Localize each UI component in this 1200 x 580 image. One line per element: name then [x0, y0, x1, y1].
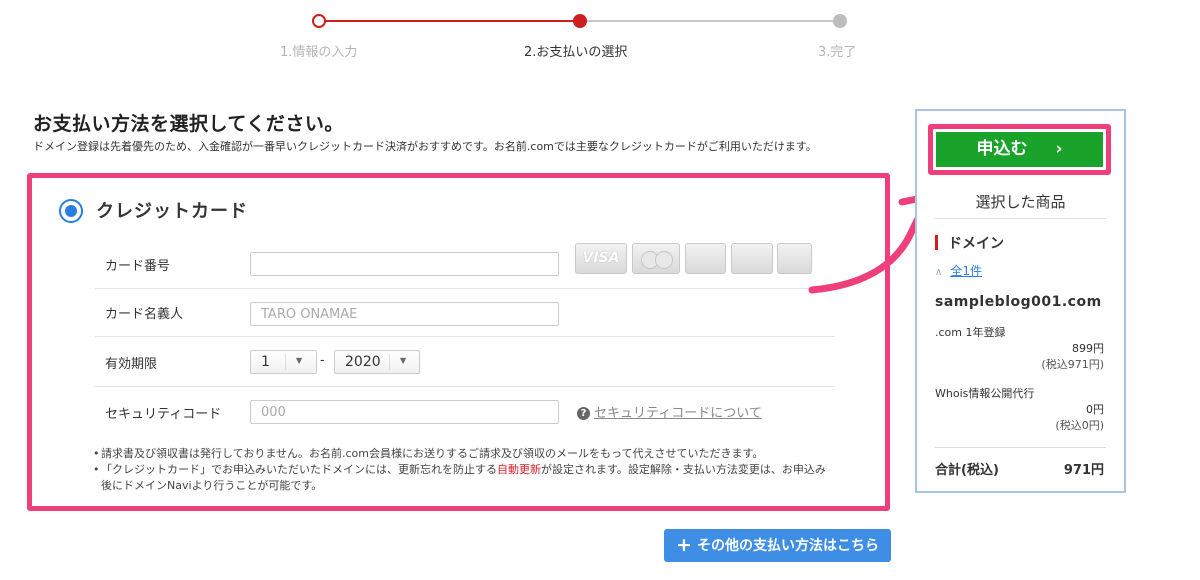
- security-code-label: セキュリティコード: [105, 407, 222, 422]
- step-2-dot: [573, 14, 587, 28]
- page-title: お支払い方法を選択してください。: [33, 113, 344, 135]
- dropdown-arrow-icon: ▼: [296, 356, 303, 365]
- domain-category-label: ドメイン: [948, 236, 1004, 252]
- note-auto-renew: 「クレジットカード」でお申込みいただいたドメインには、更新忘れを防止する自動更新…: [93, 462, 835, 494]
- question-circle-icon: ?: [577, 407, 590, 420]
- credit-card-payment-panel: クレジットカード カード番号 VISA カード名義人 有効期限 1 ▼ - 20…: [27, 173, 890, 511]
- note-auto-renew-text-1: 「クレジットカード」でお申込みいただいたドメインには、更新忘れを防止する: [101, 463, 497, 476]
- step-3-label: 3.完了: [818, 45, 857, 60]
- card-number-row: カード番号 VISA: [95, 240, 835, 289]
- line-item-label: .com 1年登録: [935, 326, 1006, 339]
- total-label: 合計(税込): [935, 463, 999, 478]
- credit-card-radio[interactable]: [59, 199, 83, 223]
- line-item-label: Whois情報公開代行: [935, 387, 1035, 400]
- expiry-year-select[interactable]: 2020 ▼: [334, 350, 420, 374]
- line-item-tax-included: (税込0円): [1055, 419, 1104, 432]
- payment-notes: 請求書及び領収書は発行しておりません。お名前.com会員様にお送りするご請求及び…: [93, 446, 835, 494]
- diners-club-card-icon: [731, 243, 773, 274]
- order-summary-sidebar: 申込む › 選択した商品 ドメイン ∧ 全1件 sampleblog001.com …: [915, 109, 1126, 493]
- expiry-label: 有効期限: [105, 357, 158, 372]
- line-item-tax-included: (税込971円): [1041, 358, 1104, 371]
- apply-button[interactable]: 申込む ›: [936, 132, 1103, 167]
- item-count-link[interactable]: 全1件: [950, 264, 982, 278]
- progress-stepper: 1.情報の入力 2.お支払いの選択 3.完了: [0, 0, 1200, 70]
- security-code-help-link[interactable]: ? セキュリティコードについて: [577, 402, 762, 421]
- card-holder-row: カード名義人: [95, 288, 835, 337]
- stepper-line-completed: [320, 20, 580, 22]
- chevron-right-icon: ›: [1055, 139, 1063, 159]
- stepper-line-pending: [580, 20, 840, 22]
- apply-button-highlight: 申込む ›: [928, 124, 1111, 175]
- plus-icon: +: [676, 534, 692, 556]
- step-1-dot: [312, 14, 326, 28]
- card-number-label: カード番号: [105, 259, 171, 274]
- expiry-month-value: 1: [261, 354, 270, 370]
- other-payment-methods-label: その他の支払い方法はこちら: [696, 538, 879, 554]
- auto-renew-highlight: 自動更新: [497, 463, 541, 476]
- mastercard-icon: [632, 243, 680, 274]
- card-holder-input[interactable]: [250, 302, 559, 326]
- expiry-year-value: 2020: [345, 354, 381, 370]
- other-payment-methods-button[interactable]: + その他の支払い方法はこちら: [664, 529, 891, 562]
- step-2-label: 2.お支払いの選択: [524, 45, 628, 60]
- card-number-input[interactable]: [250, 252, 559, 276]
- security-code-row: セキュリティコード ? セキュリティコードについて: [95, 388, 835, 436]
- step-3-dot: [833, 14, 847, 28]
- line-item-price: 0円: [1086, 403, 1104, 416]
- selected-items-title: 選択した商品: [975, 193, 1066, 211]
- card-holder-label: カード名義人: [105, 307, 184, 322]
- step-1-label: 1.情報の入力: [280, 45, 358, 60]
- domain-category-heading: ドメイン: [935, 233, 1004, 253]
- line-item-price: 899円: [1072, 342, 1104, 355]
- visa-card-icon: VISA: [575, 243, 627, 274]
- dropdown-arrow-icon: ▼: [400, 356, 407, 365]
- expiry-row: 有効期限 1 ▼ - 2020 ▼: [95, 338, 835, 387]
- security-code-input[interactable]: [250, 400, 559, 424]
- item-count-toggle[interactable]: ∧ 全1件: [935, 262, 982, 279]
- total-value: 971円: [1063, 463, 1104, 478]
- expiry-month-select[interactable]: 1 ▼: [250, 350, 317, 374]
- expiry-separator: -: [320, 353, 325, 368]
- apply-button-label: 申込む: [976, 139, 1028, 159]
- payment-method-label[interactable]: クレジットカード: [96, 197, 248, 223]
- divider: [935, 447, 1106, 448]
- caret-up-icon: ∧: [935, 267, 943, 278]
- security-code-help-text: セキュリティコードについて: [594, 406, 762, 421]
- note-receipt: 請求書及び領収書は発行しておりません。お名前.com会員様にお送りするご請求及び…: [93, 446, 835, 462]
- jcb-card-icon: [685, 243, 726, 274]
- page-description: ドメイン登録は先着優先のため、入金確認が一番早いクレジットカード決済がおすすめで…: [33, 140, 817, 153]
- divider: [935, 218, 1106, 219]
- domain-name: sampleblog001.com: [935, 294, 1102, 310]
